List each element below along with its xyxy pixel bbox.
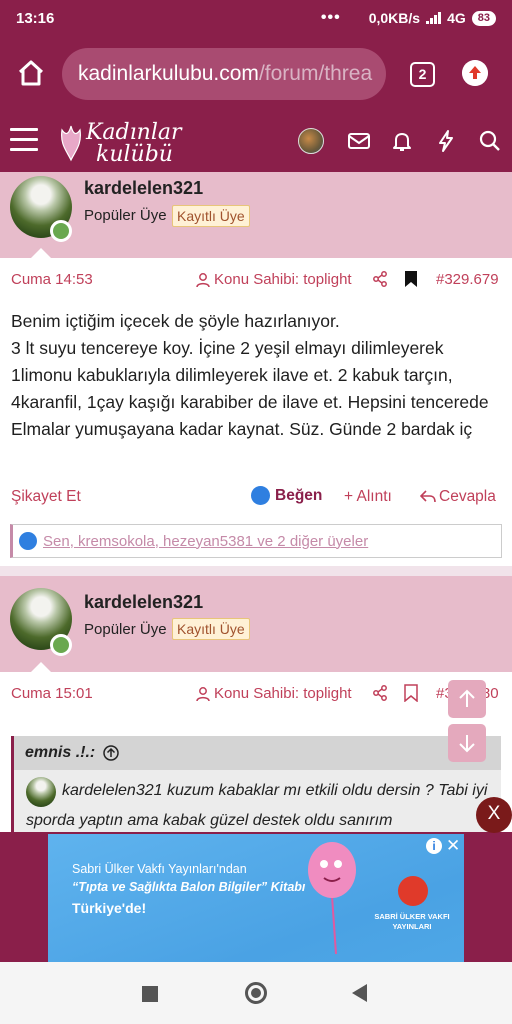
close-ad-button[interactable]: X (476, 797, 512, 833)
balloon-character-icon (308, 842, 356, 954)
status-time: 13:16 (16, 9, 55, 27)
user-avatar[interactable] (298, 128, 324, 154)
user-icon (196, 272, 210, 287)
arrow-up-icon (459, 689, 475, 707)
url-bar[interactable]: kadinlarkulubu.com/forum/threa (62, 48, 386, 100)
browser-toolbar: kadinlarkulubu.com/forum/threa 2 (0, 36, 512, 112)
quote-text: kardelelen321 kuzum kabaklar mı etkili o… (26, 782, 488, 829)
likes-text[interactable]: Sen, kremsokola, hezeyan5381 ve 2 diğer … (43, 533, 368, 550)
status-right: ••• 0,0KB/s 4G 83 (321, 9, 496, 27)
mail-icon[interactable] (346, 128, 372, 154)
ad-line-3: Türkiye'de! (72, 900, 147, 916)
url-domain: kadinlarkulubu.com (78, 62, 259, 85)
share-icon[interactable] (372, 685, 388, 701)
like-icon (251, 486, 270, 505)
ad-close-icon[interactable]: ✕ (446, 836, 460, 856)
like-button[interactable]: Beğen (251, 486, 322, 505)
bell-icon[interactable] (389, 128, 415, 154)
ad-info-icon[interactable]: i (426, 838, 442, 854)
post-separator (0, 566, 512, 576)
reply-button[interactable]: Cevapla (420, 488, 496, 506)
update-icon[interactable] (462, 60, 488, 86)
reply-label: Cevapla (439, 488, 496, 505)
system-nav-bar (0, 962, 512, 1024)
reply-icon (420, 490, 436, 503)
report-button[interactable]: Şikayet Et (11, 488, 81, 506)
likes-summary[interactable]: Sen, kremsokola, hezeyan5381 ve 2 diğer … (10, 524, 502, 558)
logo-text-kulubu: kulübü (96, 142, 173, 167)
recent-apps-icon[interactable] (142, 986, 158, 1002)
bookmark-icon[interactable] (404, 684, 418, 702)
post-2-pointer (31, 662, 51, 672)
post-2-badge: Kayıtlı Üye (172, 618, 250, 640)
scroll-up-button[interactable] (448, 680, 486, 718)
ad-container: Sabri Ülker Vakfı Yayınları'ndan “Tıpta … (0, 832, 512, 962)
tab-switcher-button[interactable]: 2 (410, 62, 435, 87)
post-2-role: Popüler Üye (84, 621, 167, 638)
battery-indicator: 83 (471, 10, 496, 26)
url-path: /forum/threa (258, 62, 373, 85)
menu-icon[interactable] (10, 128, 38, 152)
post-1-badge: Kayıtlı Üye (172, 205, 250, 227)
like-label: Beğen (275, 486, 323, 504)
post-1-body: Benim içtiğim içecek de şöyle hazırlanıy… (11, 311, 489, 439)
bookmark-icon[interactable] (404, 270, 418, 288)
back-icon[interactable] (352, 984, 367, 1002)
post-1-owner: Konu Sahibi: toplight (195, 271, 352, 288)
status-dots: ••• (320, 9, 341, 26)
ad-line-2: “Tıpta ve Sağlıkta Balon Bilgiler” Kitab… (72, 880, 306, 894)
home-icon[interactable] (14, 56, 48, 90)
scroll-down-button[interactable] (448, 724, 486, 762)
post-1-pointer (31, 248, 51, 258)
quote-block: emnis .!.: kardelelen321 kuzum kabaklar … (11, 736, 501, 832)
post-1-role: Popüler Üye (84, 207, 167, 224)
signal-icon (426, 12, 442, 24)
arrow-circle-up-icon[interactable] (103, 745, 119, 761)
like-icon (19, 532, 37, 550)
post-1-username[interactable]: kardelelen321 (84, 178, 203, 199)
search-icon[interactable] (477, 128, 503, 154)
post-1-number[interactable]: #329.679 (436, 271, 499, 288)
arrow-down-icon (459, 735, 475, 753)
network-type: 4G (447, 10, 466, 26)
post-1-meta: Cuma 14:53 Konu Sahibi: toplight #329.67… (0, 261, 512, 297)
share-icon[interactable] (372, 271, 388, 287)
online-status-icon (50, 220, 72, 242)
quote-header[interactable]: emnis .!.: (14, 736, 501, 770)
post-2-username[interactable]: kardelelen321 (84, 592, 203, 613)
post-1-header: kardelelen321 Popüler Üye Kayıtlı Üye (0, 172, 512, 258)
post-2-header: kardelelen321 Popüler Üye Kayıtlı Üye (0, 576, 512, 672)
quote-button[interactable]: + Alıntı (344, 488, 392, 506)
ad-banner[interactable]: Sabri Ülker Vakfı Yayınları'ndan “Tıpta … (48, 834, 464, 962)
site-logo[interactable]: Kadınlar kulübü (52, 114, 192, 170)
user-icon (196, 686, 210, 701)
post-2-meta: Cuma 15:01 Konu Sahibi: toplight #329.68… (0, 675, 512, 711)
tulip-icon (61, 125, 81, 162)
online-status-icon (50, 634, 72, 656)
post-1-actions: Şikayet Et Beğen + Alıntı Cevapla (0, 484, 512, 510)
site-header: Kadınlar kulübü (0, 112, 512, 172)
home-nav-icon[interactable] (245, 982, 267, 1004)
post-1-time[interactable]: Cuma 14:53 (11, 271, 93, 288)
lightning-icon[interactable] (433, 128, 459, 154)
ad-foundation-text: SABRİ ÜLKER VAKFI YAYINLARI (374, 912, 450, 931)
network-speed: 0,0KB/s (368, 10, 421, 26)
apple-logo-icon (398, 876, 428, 906)
ad-line-1: Sabri Ülker Vakfı Yayınları'ndan (72, 862, 247, 876)
quote-author: emnis .!.: (25, 744, 96, 761)
post-1-owner-label: Konu Sahibi: toplight (214, 271, 352, 288)
post-2-owner: Konu Sahibi: toplight (195, 685, 352, 702)
post-2-time[interactable]: Cuma 15:01 (11, 685, 93, 702)
status-bar: 13:16 ••• 0,0KB/s 4G 83 (0, 0, 512, 36)
post-2-owner-label: Konu Sahibi: toplight (214, 685, 352, 702)
